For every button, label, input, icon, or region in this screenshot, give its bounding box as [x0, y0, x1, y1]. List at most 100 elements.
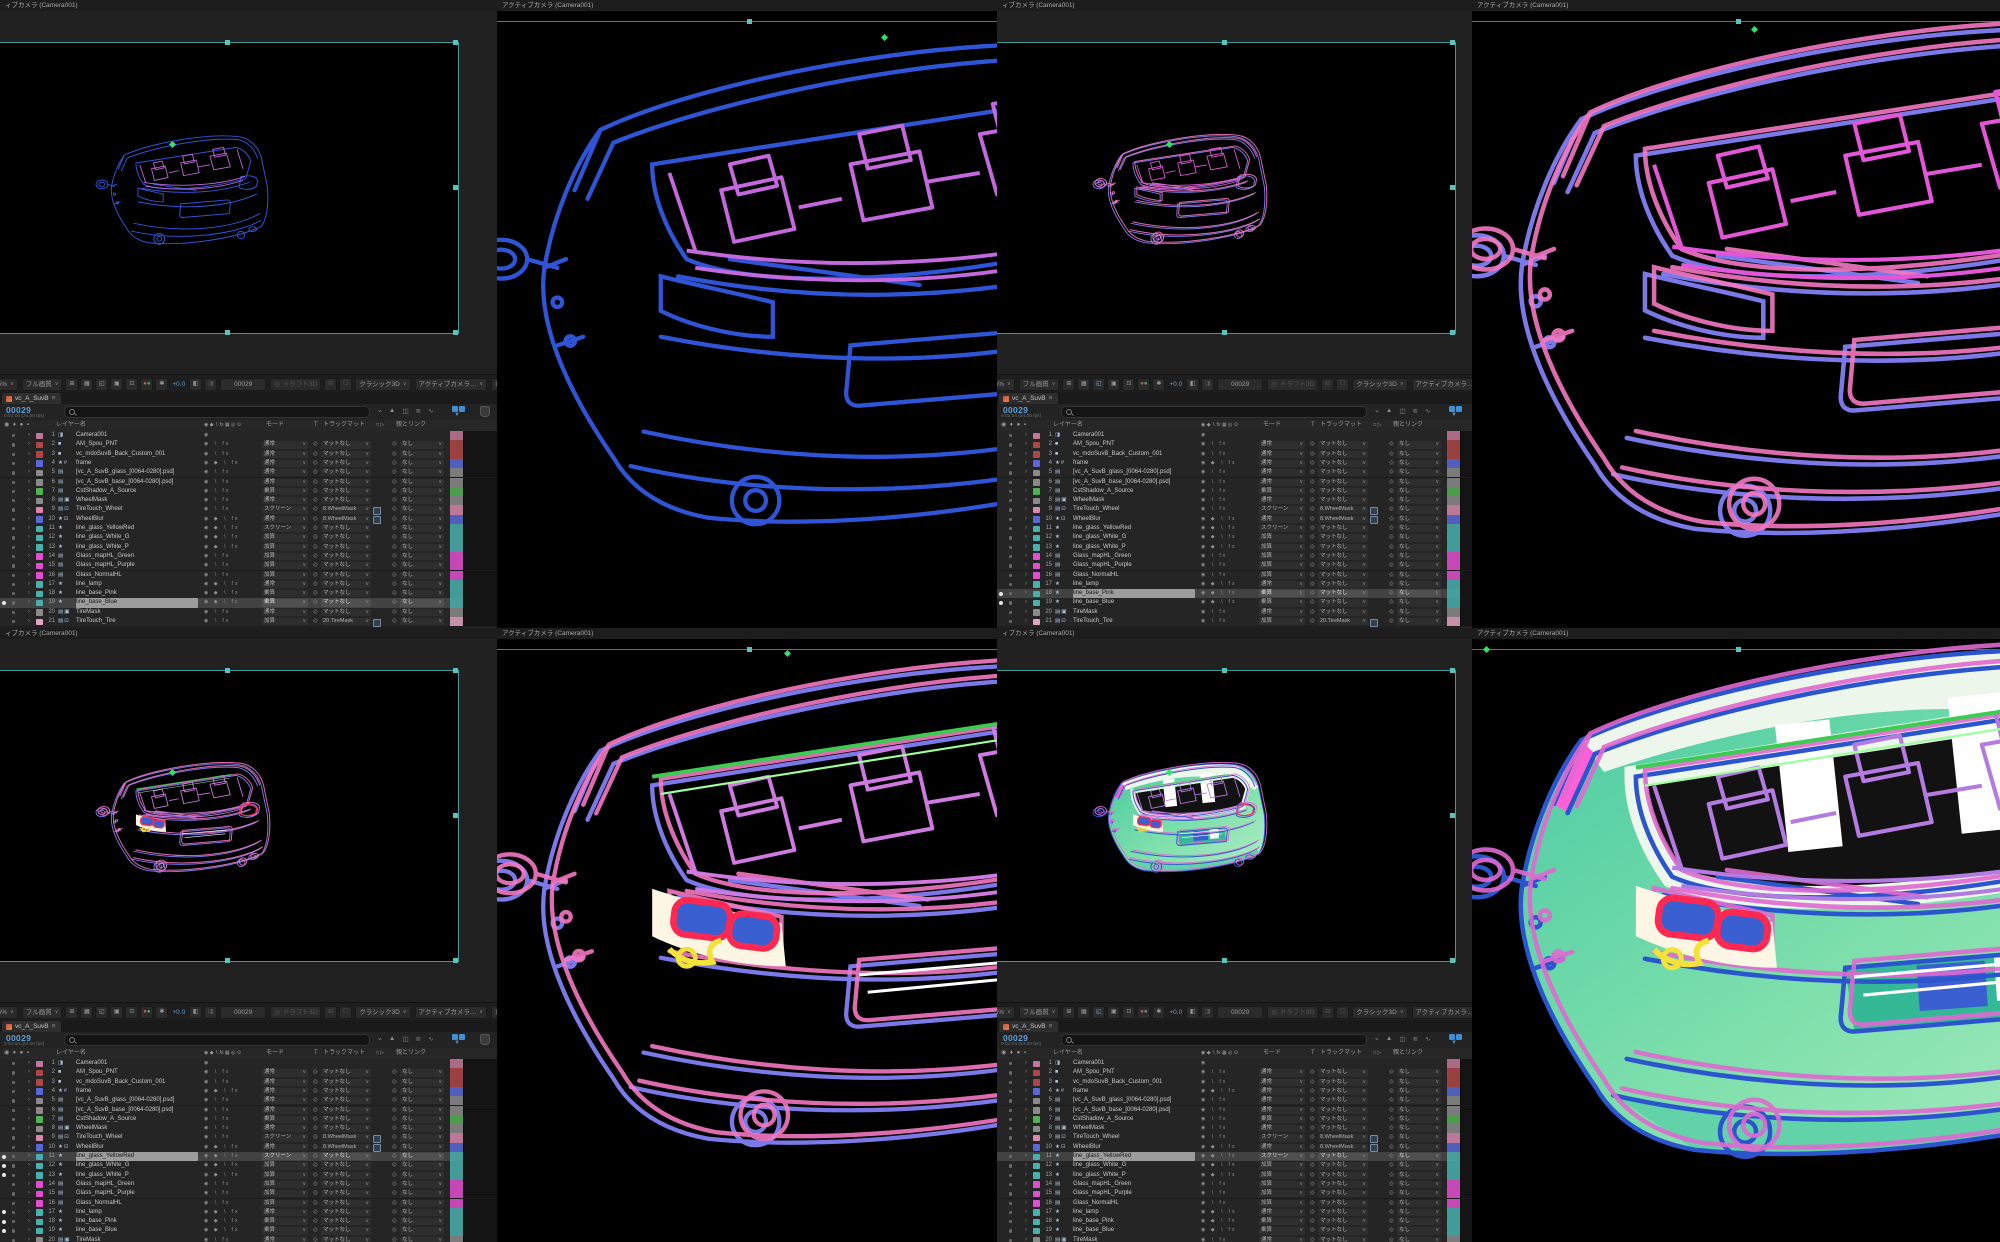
- video-eye-icon[interactable]: [12, 1155, 15, 1158]
- comp-handle[interactable]: [1450, 813, 1455, 818]
- layer-name[interactable]: line_glass_YellowRed: [1073, 1152, 1195, 1161]
- parent-pickwhip-icon[interactable]: ◎: [1389, 459, 1394, 468]
- layer-name[interactable]: Glass_mapHL_Green: [76, 552, 198, 561]
- label-color-swatch[interactable]: [1033, 442, 1040, 449]
- layer-search-input[interactable]: [1061, 406, 1367, 418]
- draft3d-toggle-icon[interactable]: ▲: [1386, 407, 1392, 415]
- matte-toggle-icon[interactable]: ◎: [313, 1096, 318, 1105]
- parent-link-dropdown[interactable]: ∨なし: [1397, 1218, 1441, 1225]
- frame-blend-icon[interactable]: ≋: [1413, 1035, 1418, 1043]
- parent-link-dropdown[interactable]: ∨なし: [400, 1227, 444, 1234]
- parent-link-dropdown[interactable]: ∨なし: [1397, 488, 1441, 495]
- parent-pickwhip-icon[interactable]: ◎: [1389, 561, 1394, 570]
- track-matte-dropdown[interactable]: ∨マットなし: [1318, 1218, 1368, 1225]
- parent-pickwhip-icon[interactable]: ◎: [392, 468, 397, 477]
- expander-icon[interactable]: ›: [1025, 459, 1027, 468]
- video-eye-icon[interactable]: [1009, 1211, 1012, 1214]
- parent-link-dropdown[interactable]: ∨なし: [1397, 534, 1441, 541]
- track-matte-dropdown[interactable]: ∨マットなし: [321, 1162, 371, 1169]
- label-color-swatch[interactable]: [36, 1098, 43, 1105]
- track-matte-dropdown[interactable]: ∨マットなし: [1318, 1209, 1368, 1216]
- track-matte-dropdown[interactable]: ∨マットなし: [321, 553, 371, 560]
- blend-mode-dropdown[interactable]: ∨乗算: [262, 599, 308, 606]
- matte-toggle-icon[interactable]: ◎: [1310, 1068, 1315, 1077]
- track-matte-dropdown[interactable]: ∨マットなし: [321, 581, 371, 588]
- comp-handle[interactable]: [453, 185, 458, 190]
- blend-mode-dropdown[interactable]: ∨乗算: [262, 590, 308, 597]
- layer-search-input[interactable]: [64, 1034, 370, 1046]
- layer-name[interactable]: CstShadow_A_Source: [76, 1115, 198, 1124]
- video-eye-icon[interactable]: [1009, 462, 1012, 465]
- layer-switches[interactable]: ◉ ◆ ∖ fx: [204, 533, 260, 542]
- layer-switches[interactable]: ◉ ∖ fx: [204, 552, 260, 561]
- video-eye-icon[interactable]: [1009, 1136, 1012, 1139]
- matte-toggle-icon[interactable]: ◎: [313, 505, 318, 514]
- parent-link-dropdown[interactable]: ∨なし: [1397, 1107, 1441, 1114]
- layer-switches[interactable]: ◉ ◆ ∖ fx: [1201, 1171, 1257, 1180]
- transparency-grid-icon[interactable]: ▦: [80, 378, 93, 391]
- blend-mode-dropdown[interactable]: ∨乗算: [1259, 590, 1305, 597]
- layer-name[interactable]: frame: [1073, 1087, 1195, 1096]
- blend-mode-dropdown[interactable]: ∨加算: [1259, 1181, 1305, 1188]
- parent-pickwhip-icon[interactable]: ◎: [1389, 496, 1394, 505]
- parent-link-dropdown[interactable]: ∨なし: [400, 1237, 444, 1242]
- blend-mode-dropdown[interactable]: ∨乗算: [1259, 1227, 1305, 1234]
- layer-switches[interactable]: ◉ ∖ fx: [1201, 1068, 1257, 1077]
- blend-mode-dropdown[interactable]: ∨通常: [262, 1209, 308, 1216]
- layer-name[interactable]: line_base_Blue: [76, 598, 198, 607]
- comp-handle[interactable]: [225, 40, 230, 45]
- layer-duration-bar[interactable]: [450, 1236, 463, 1242]
- layer-switches[interactable]: ◉ ◆ ∖ fx: [1201, 1152, 1257, 1161]
- matte-toggle-icon[interactable]: ◎: [1310, 571, 1315, 580]
- parent-pickwhip-icon[interactable]: ◎: [1389, 1189, 1394, 1198]
- track-matte-dropdown[interactable]: ∨8.WheelMask: [321, 516, 371, 523]
- expander-icon[interactable]: ›: [28, 1096, 30, 1105]
- video-eye-icon[interactable]: [12, 1183, 15, 1186]
- parent-pickwhip-icon[interactable]: ◎: [1389, 1124, 1394, 1133]
- layer-switches[interactable]: ◉: [1201, 1059, 1257, 1068]
- parent-link-dropdown[interactable]: ∨なし: [400, 572, 444, 579]
- view-dropdown[interactable]: アクティブカメラ…∨: [415, 1006, 487, 1019]
- matte-toggle-icon[interactable]: ◎: [313, 561, 318, 570]
- layer-name[interactable]: line_lamp: [1073, 580, 1195, 589]
- matte-toggle-icon[interactable]: ◎: [313, 515, 318, 524]
- transparency-grid-icon[interactable]: ▦: [80, 1006, 93, 1019]
- layer-name[interactable]: Glass_NormalHL: [76, 571, 198, 580]
- parent-pickwhip-icon[interactable]: ◎: [392, 589, 397, 598]
- label-color-swatch[interactable]: [36, 470, 43, 477]
- layer-name[interactable]: [vc_A_SuvB_glass_[0064-0280].psd]: [1073, 468, 1195, 477]
- expander-icon[interactable]: ›: [28, 478, 30, 487]
- blend-mode-dropdown[interactable]: ∨加算: [262, 1200, 308, 1207]
- parent-pickwhip-icon[interactable]: ◎: [392, 1171, 397, 1180]
- timeline-tab[interactable]: vc_A_SuvB ≡: [999, 1021, 1058, 1032]
- track-matte-dropdown[interactable]: ∨マットなし: [1318, 1190, 1368, 1197]
- layer-row[interactable]: › 20 ▤▣ TireMask ◉ ∖ fx ∨通常 ◎ ∨マットなし ◎ ∨…: [997, 1236, 1472, 1242]
- label-color-swatch[interactable]: [1033, 1228, 1040, 1235]
- layer-switches[interactable]: ◉ ∖ fx: [1201, 1199, 1257, 1208]
- parent-pickwhip-icon[interactable]: ◎: [1389, 1152, 1394, 1161]
- parent-pickwhip-icon[interactable]: ◎: [1389, 1226, 1394, 1235]
- blend-mode-dropdown[interactable]: ∨スクリーン: [262, 525, 308, 532]
- layer-switches[interactable]: ◉ ∖ fx: [1201, 440, 1257, 449]
- matte-toggle-icon[interactable]: ◎: [313, 1152, 318, 1161]
- parent-pickwhip-icon[interactable]: ◎: [1389, 478, 1394, 487]
- expander-icon[interactable]: ›: [28, 1143, 30, 1152]
- parent-pickwhip-icon[interactable]: ◎: [392, 1106, 397, 1115]
- blend-mode-dropdown[interactable]: ∨加算: [1259, 544, 1305, 551]
- video-eye-icon[interactable]: [1009, 620, 1012, 623]
- label-color-swatch[interactable]: [36, 1107, 43, 1114]
- parent-pickwhip-icon[interactable]: ◎: [392, 1161, 397, 1170]
- expander-icon[interactable]: ›: [1025, 505, 1027, 514]
- matte-toggle-icon[interactable]: ◎: [313, 1087, 318, 1096]
- video-eye-icon[interactable]: [1009, 564, 1012, 567]
- parent-pickwhip-icon[interactable]: ◎: [392, 608, 397, 617]
- blend-mode-dropdown[interactable]: ∨加算: [262, 1190, 308, 1197]
- parent-link-dropdown[interactable]: ∨なし: [400, 1200, 444, 1207]
- rgb-channels-icon[interactable]: ●●: [140, 1006, 153, 1019]
- parent-pickwhip-icon[interactable]: ◎: [392, 459, 397, 468]
- parent-pickwhip-icon[interactable]: ◎: [392, 478, 397, 487]
- layer-name[interactable]: Glass_mapHL_Purple: [76, 561, 198, 570]
- label-color-swatch[interactable]: [1033, 479, 1040, 486]
- layer-switches[interactable]: ◉ ∖ fx: [1201, 450, 1257, 459]
- parent-link-dropdown[interactable]: ∨なし: [1397, 506, 1441, 513]
